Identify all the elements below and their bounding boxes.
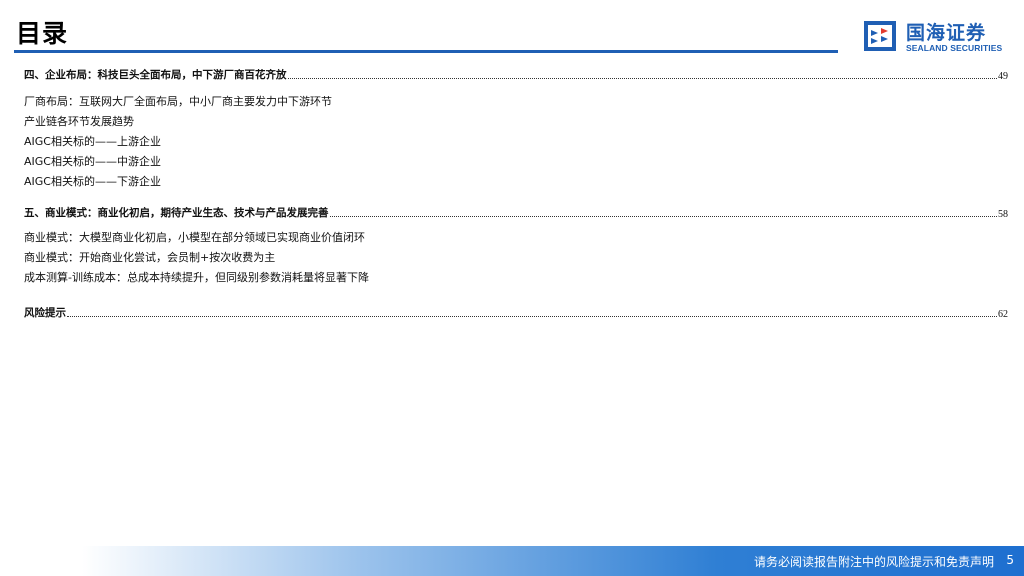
table-of-contents: 四、企业布局：科技巨头全面布局，中下游厂商百花齐放 49 厂商布局：互联网大厂全… [24, 66, 1008, 320]
toc-heading-link[interactable]: 五、商业模式：商业化初启，期待产业生态、技术与产品发展完善 58 [24, 204, 1008, 220]
toc-heading-link[interactable]: 风险提示 62 [24, 304, 1008, 320]
sealand-logo-icon [864, 21, 896, 51]
toc-sub-item[interactable]: 成本测算-训练成本：总成本持续提升，但同级别参数消耗量将显著下降 [24, 268, 1008, 288]
page-title: 目录 [16, 19, 69, 48]
logo-english-name: SEALAND SECURITIES [906, 43, 1003, 53]
toc-sub-item[interactable]: 产业链各环节发展趋势 [24, 112, 1008, 132]
toc-sub-item[interactable]: 商业模式：开始商业化尝试，会员制+按次收费为主 [24, 248, 1008, 268]
toc-sub-item[interactable]: 商业模式：大模型商业化初启，小模型在部分领域已实现商业价值闭环 [24, 228, 1008, 248]
toc-leader-dots [67, 315, 997, 317]
toc-sub-item[interactable]: AIGC相关标的——中游企业 [24, 152, 1008, 172]
toc-section: 风险提示 62 [24, 304, 1008, 320]
toc-section: 五、商业模式：商业化初启，期待产业生态、技术与产品发展完善 58 商业模式：大模… [24, 204, 1008, 288]
footer-page-number: 5 [1006, 553, 1014, 567]
toc-page-number: 58 [998, 209, 1008, 220]
toc-leader-dots [287, 77, 997, 79]
toc-page-number: 62 [998, 309, 1008, 320]
toc-heading-text: 五、商业模式：商业化初启，期待产业生态、技术与产品发展完善 [24, 207, 329, 219]
toc-heading-text: 四、企业布局：科技巨头全面布局，中下游厂商百花齐放 [24, 69, 287, 81]
toc-heading-link[interactable]: 四、企业布局：科技巨头全面布局，中下游厂商百花齐放 49 [24, 66, 1008, 82]
footer-bar: 请务必阅读报告附注中的风险提示和免责声明 5 [0, 546, 1024, 576]
toc-sub-item[interactable]: AIGC相关标的——上游企业 [24, 132, 1008, 152]
toc-leader-dots [329, 215, 997, 217]
toc-sub-item[interactable]: AIGC相关标的——下游企业 [24, 172, 1008, 192]
toc-sub-item[interactable]: 厂商布局：互联网大厂全面布局，中小厂商主要发力中下游环节 [24, 92, 1008, 112]
toc-section: 四、企业布局：科技巨头全面布局，中下游厂商百花齐放 49 厂商布局：互联网大厂全… [24, 66, 1008, 192]
footer-disclaimer: 请务必阅读报告附注中的风险提示和免责声明 [753, 555, 994, 569]
toc-page-number: 49 [998, 71, 1008, 82]
logo-chinese-name: 国海证券 [906, 22, 987, 44]
company-logo: 国海证券 SEALAND SECURITIES [862, 18, 1012, 58]
title-underline [14, 50, 838, 53]
toc-heading-text: 风险提示 [24, 307, 66, 319]
